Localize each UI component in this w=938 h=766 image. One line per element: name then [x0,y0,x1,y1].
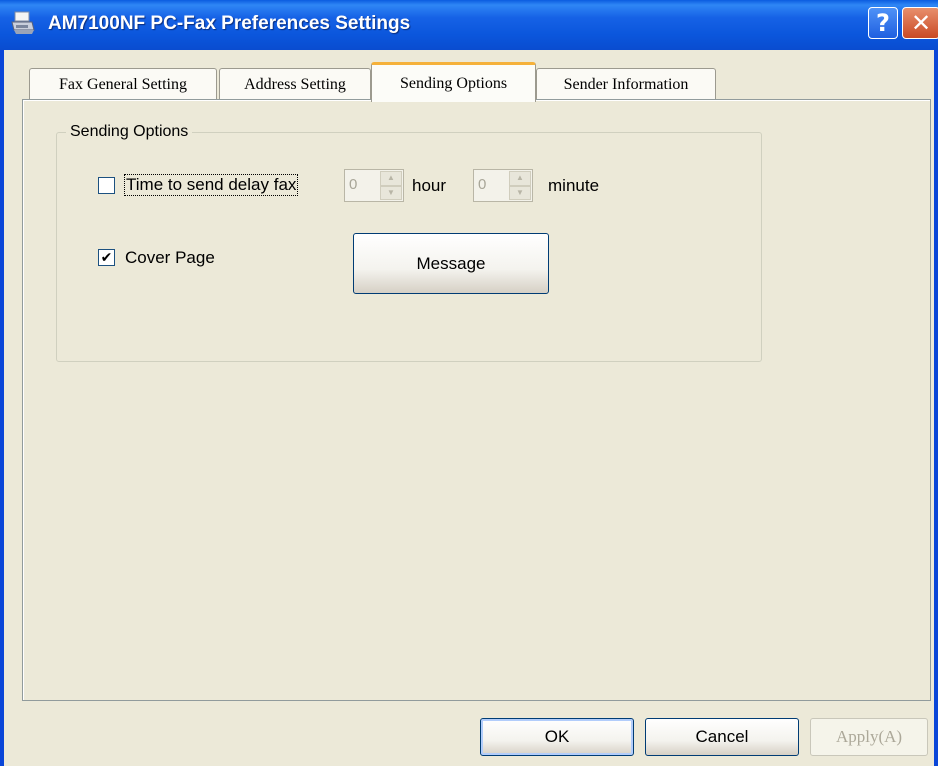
delay-fax-checkbox[interactable] [98,177,115,194]
hour-down-arrow-icon[interactable]: ▼ [380,185,402,200]
hour-spin-buttons: ▲ ▼ [380,171,402,200]
message-button[interactable]: Message [353,233,549,294]
ok-button[interactable]: OK [480,718,634,756]
preferences-window: AM7100NF PC-Fax Preferences Settings ? ✕… [0,0,938,766]
printer-fax-icon [10,10,36,36]
hour-label: hour [412,176,447,195]
minute-spinner[interactable]: 0 ▲ ▼ [473,169,533,202]
cover-page-checkbox[interactable]: ✔ [98,249,115,266]
group-title: Sending Options [66,123,193,141]
minute-down-arrow-icon[interactable]: ▼ [509,185,531,200]
minute-up-arrow-icon[interactable]: ▲ [509,171,531,186]
hour-up-arrow-icon[interactable]: ▲ [380,171,402,186]
window-title: AM7100NF PC-Fax Preferences Settings [48,13,411,34]
title-bar[interactable]: AM7100NF PC-Fax Preferences Settings ? ✕ [0,0,938,50]
delay-fax-label[interactable]: Time to send delay fax [123,174,299,196]
minute-spin-buttons: ▲ ▼ [509,171,531,200]
cover-page-label[interactable]: Cover Page [125,248,215,268]
close-icon[interactable]: ✕ [902,7,938,39]
sending-options-panel: Sending Options Time to send delay fax 0… [22,99,931,701]
apply-button[interactable]: Apply(A) [810,718,928,756]
minute-value: 0 [478,176,487,193]
hour-value: 0 [349,176,358,193]
tab-address-setting[interactable]: Address Setting [219,68,371,100]
tab-sending-options[interactable]: Sending Options [371,62,536,102]
hour-spinner[interactable]: 0 ▲ ▼ [344,169,404,202]
cancel-button[interactable]: Cancel [645,718,799,756]
sending-options-group: Sending Options Time to send delay fax 0… [56,123,762,362]
tab-sender-information[interactable]: Sender Information [536,68,716,100]
tab-fax-general-setting[interactable]: Fax General Setting [29,68,217,100]
help-icon[interactable]: ? [868,7,898,39]
minute-label: minute [548,176,600,195]
